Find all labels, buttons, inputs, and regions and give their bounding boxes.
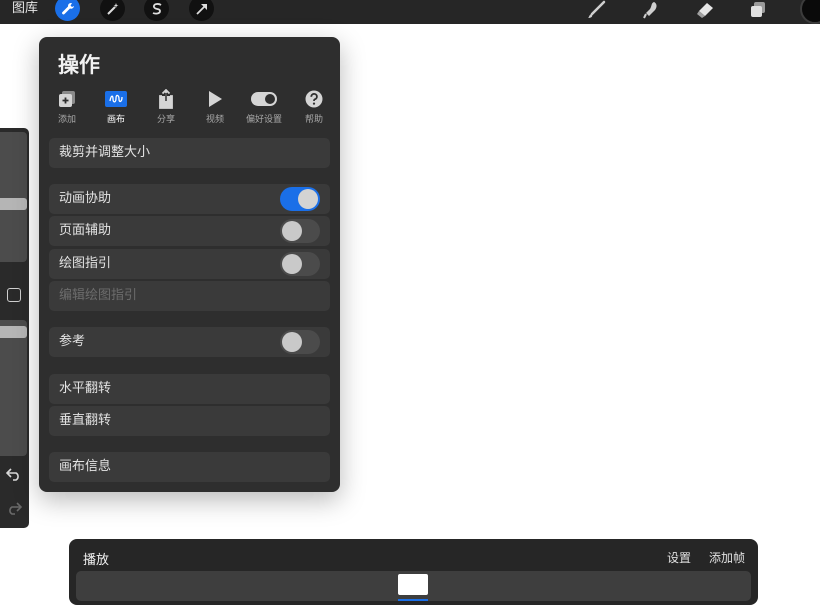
edit-drawing-guide-item: 编辑绘图指引 — [49, 281, 330, 311]
share-icon — [146, 89, 186, 109]
canvas-info-item[interactable]: 画布信息 — [49, 452, 330, 482]
brush-size-slider-thumb[interactable] — [0, 198, 27, 210]
layers-icon[interactable] — [747, 0, 769, 20]
page-assist-item[interactable]: 页面辅助 — [49, 216, 330, 246]
timeline-settings-button[interactable]: 设置 — [667, 549, 691, 566]
smudge-icon[interactable] — [640, 0, 662, 20]
wrench-icon[interactable] — [55, 0, 80, 21]
frame-thumbnail[interactable] — [398, 574, 428, 595]
add-frame-button[interactable]: 添加帧 — [709, 549, 745, 566]
animation-assist-item[interactable]: 动画协助 — [49, 184, 330, 214]
flip-vertical-item[interactable]: 垂直翻转 — [49, 406, 330, 436]
canvas-icon — [96, 89, 136, 109]
modify-square-icon[interactable] — [7, 288, 21, 302]
help-icon — [294, 89, 334, 109]
eraser-icon[interactable] — [694, 0, 716, 20]
tab-preferences[interactable]: 偏好设置 — [244, 89, 284, 125]
color-picker-button[interactable] — [800, 0, 820, 24]
left-sidebar — [0, 128, 29, 528]
reference-item[interactable]: 参考 — [49, 327, 330, 357]
add-icon — [47, 89, 87, 109]
move-arrow-icon[interactable] — [189, 0, 214, 21]
opacity-slider[interactable] — [0, 320, 27, 456]
page-assist-toggle[interactable] — [280, 219, 320, 243]
frame-selected-indicator — [398, 599, 428, 601]
flip-horizontal-item[interactable]: 水平翻转 — [49, 374, 330, 404]
crop-resize-item[interactable]: 裁剪并调整大小 — [49, 138, 330, 168]
drawing-guide-item[interactable]: 绘图指引 — [49, 249, 330, 279]
panel-title: 操作 — [58, 53, 100, 77]
selection-s-icon[interactable] — [144, 0, 169, 21]
redo-icon[interactable] — [5, 500, 23, 516]
tab-add[interactable]: 添加 — [47, 89, 87, 125]
playback-button[interactable]: 播放 — [83, 549, 109, 568]
animation-timeline: 播放 设置 添加帧 — [69, 539, 758, 605]
undo-icon[interactable] — [5, 466, 23, 482]
drawing-guide-toggle[interactable] — [280, 252, 320, 276]
tab-video[interactable]: 视频 — [195, 89, 235, 125]
tab-share[interactable]: 分享 — [146, 89, 186, 125]
top-toolbar: 图库 — [0, 0, 820, 24]
frame-track — [76, 571, 751, 601]
opacity-slider-thumb[interactable] — [0, 326, 27, 338]
gallery-button[interactable]: 图库 — [12, 0, 38, 18]
actions-panel: 操作 添加 画布 分享 视频 偏好设置 帮助 裁剪并调整大小 动画协助 页面辅助… — [39, 37, 340, 492]
brush-icon[interactable] — [585, 0, 607, 20]
video-play-icon — [195, 89, 235, 109]
brush-size-slider[interactable] — [0, 132, 27, 262]
preferences-toggle-icon — [244, 89, 284, 109]
tab-canvas[interactable]: 画布 — [96, 89, 136, 125]
tab-help[interactable]: 帮助 — [294, 89, 334, 125]
magic-wand-icon[interactable] — [100, 0, 125, 21]
reference-toggle[interactable] — [280, 330, 320, 354]
animation-assist-toggle[interactable] — [280, 187, 320, 211]
